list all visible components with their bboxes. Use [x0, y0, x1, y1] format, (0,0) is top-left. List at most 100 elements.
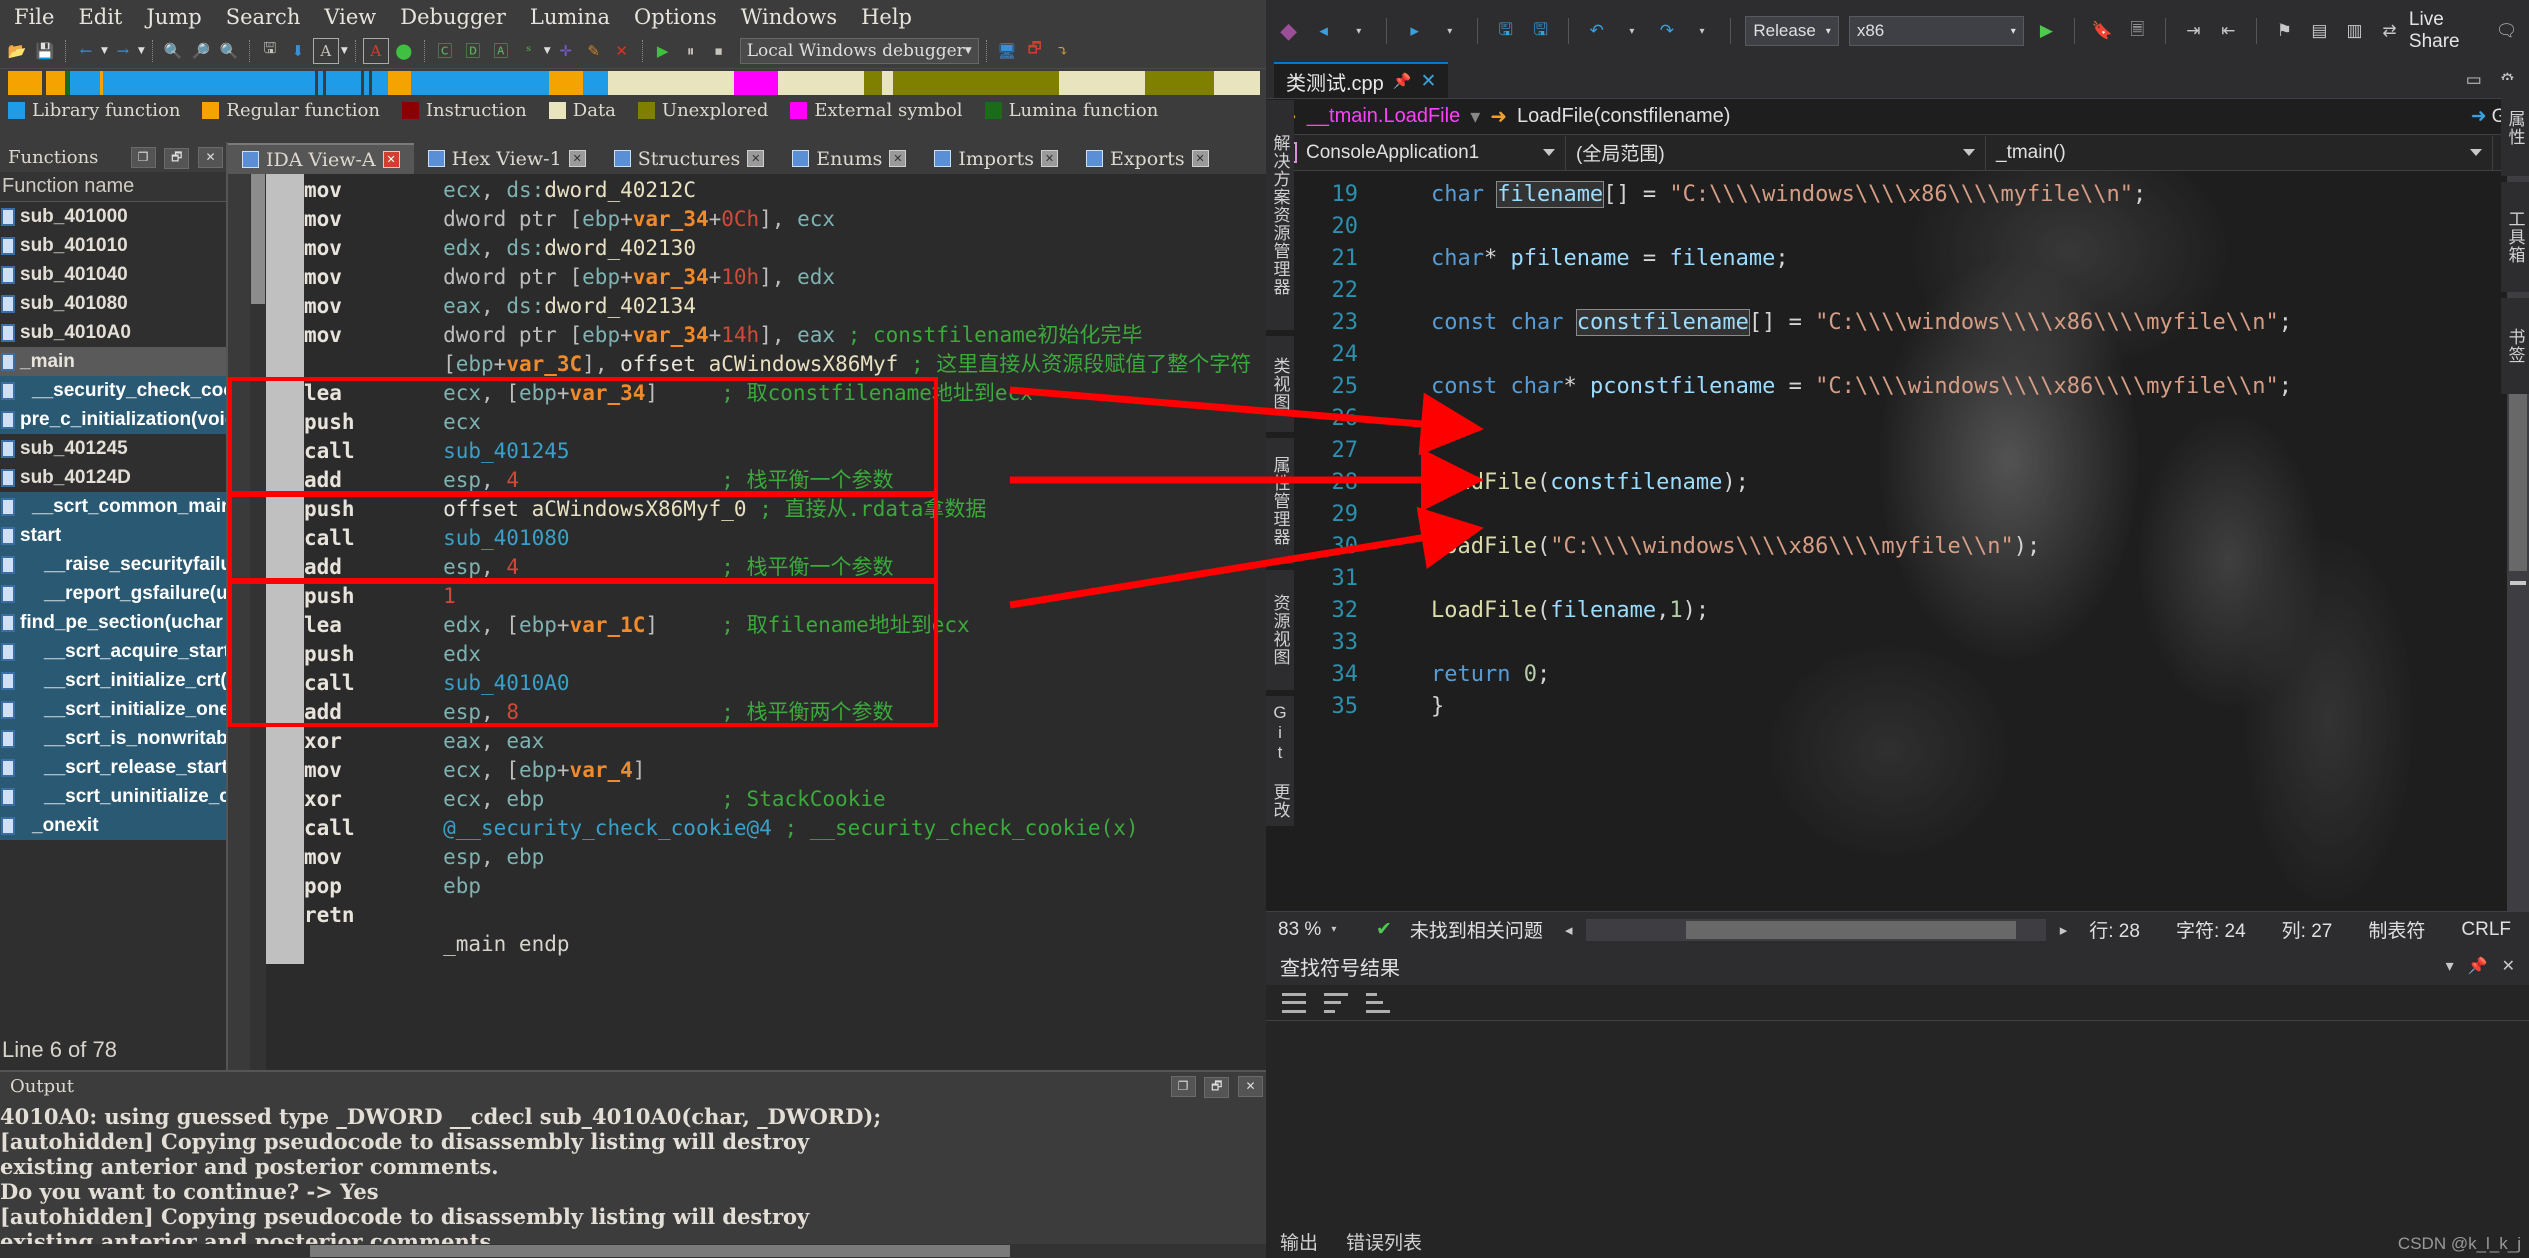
search-binary-icon[interactable]: 🔍	[160, 38, 186, 64]
disassembly-line[interactable]: push offset aCWindowsX86Myf_0 ; 直接从.rdat…	[304, 495, 1266, 524]
layout-icon[interactable]: ▤	[2307, 16, 2332, 46]
navigate-forward-icon[interactable]: ▸	[1402, 16, 1427, 46]
run-icon[interactable]: ▶	[650, 38, 676, 64]
function-list-item[interactable]: __scrt_acquire_startup_lock(void)	[0, 637, 226, 666]
function-list-item[interactable]: sub_401040	[0, 260, 226, 289]
flag-icon[interactable]: ⚑	[2272, 16, 2297, 46]
close-icon[interactable]: ✕	[198, 146, 223, 168]
maximize-icon[interactable]: 🗗	[164, 148, 190, 169]
editor-horizontal-scrollbar[interactable]	[1586, 918, 2046, 941]
font-dropdown-icon[interactable]: ▼	[341, 46, 348, 56]
editor-line[interactable]: LoadFile(constfilename);	[1378, 467, 2479, 499]
side-tab-bookmarks[interactable]: 书签	[2501, 298, 2529, 394]
chevron-down-icon[interactable]	[1963, 149, 1975, 156]
pause-icon[interactable]: ⏸	[678, 38, 704, 64]
pin-icon[interactable]: 📌	[1393, 72, 1412, 90]
function-list-item[interactable]: pre_c_initialization(void)	[0, 405, 226, 434]
indent-icon[interactable]: ⇥	[2181, 16, 2206, 46]
close-icon[interactable]: ✕	[2502, 956, 2515, 976]
disassembly-line[interactable]: call sub_4010A0	[304, 669, 1266, 698]
debug-options-icon[interactable]: 🖥	[994, 38, 1020, 64]
editor-status-bar[interactable]: 83 % ▾ ✔ 未找到相关问题 ◂ ▸ 行: 28 字符: 24 列: 27 …	[1266, 911, 2529, 947]
side-tab-resource-view[interactable]: 资源视图	[1266, 570, 1294, 690]
editor-line[interactable]: char* pfilename = filename;	[1378, 243, 2479, 275]
function-list-item[interactable]: __scrt_is_nonwritable_in_curre	[0, 724, 226, 753]
disassembly-line[interactable]: mov edx, ds:dword_402130	[304, 234, 1266, 263]
editor-line[interactable]: }	[1378, 691, 2479, 723]
search-immediate-icon[interactable]: 🔍	[216, 38, 242, 64]
chevron-down-icon[interactable]: ▼	[965, 46, 972, 56]
disassembly-line[interactable]: mov dword ptr [ebp+var_34+14h], eax ; co…	[304, 321, 1266, 350]
disassembly-line[interactable]: xor eax, eax	[304, 727, 1266, 756]
disassembly-line[interactable]: mov eax, ds:dword_402134	[304, 292, 1266, 321]
lumina-icon[interactable]: ⬤	[391, 38, 417, 64]
jump-down-icon[interactable]: ⬇	[285, 38, 311, 64]
close-icon[interactable]: ✕	[747, 150, 765, 167]
find-panel-toolbar[interactable]	[1266, 985, 2529, 1021]
sort-icon[interactable]	[1324, 992, 1348, 1013]
comment-icon[interactable]: 🗏	[2125, 16, 2150, 46]
editor-line[interactable]	[1378, 435, 2479, 467]
disassembly-tab-imports[interactable]: Imports ✕	[920, 143, 1072, 174]
undo-icon[interactable]: ↶	[1584, 16, 1609, 46]
disassembly-tab-exports[interactable]: Exports ✕	[1072, 143, 1223, 174]
menu-item-edit[interactable]: Edit	[66, 5, 134, 29]
project-select[interactable]: ✥ ConsoleApplication1	[1266, 135, 1566, 170]
editor-line[interactable]	[1378, 627, 2479, 659]
delete-icon[interactable]: ✕	[609, 38, 635, 64]
menu-item-options[interactable]: Options	[622, 5, 729, 29]
make-data-icon[interactable]: 🄳	[460, 38, 486, 64]
stop-icon[interactable]: ⏹	[706, 38, 732, 64]
side-tab-git-changes[interactable]: Git 更改	[1266, 696, 1294, 826]
vs-context-bar[interactable]: ✥ ConsoleApplication1 (全局范围) _tmain() ⇵	[1266, 135, 2529, 171]
footer-tab-error-list[interactable]: 错误列表	[1346, 1228, 1422, 1255]
start-debug-icon[interactable]: ▶	[2034, 16, 2059, 46]
side-tab-property-manager[interactable]: 属性管理器	[1266, 438, 1294, 564]
restore-icon[interactable]: ❐	[130, 146, 156, 168]
close-icon[interactable]: ✕	[1238, 1075, 1263, 1097]
disassembly-line[interactable]: mov esp, ebp	[304, 843, 1266, 872]
undo-dropdown-icon[interactable]: ▾	[1619, 16, 1644, 46]
menu-item-jump[interactable]: Jump	[134, 5, 213, 29]
restore-icon[interactable]: ❐	[1170, 1075, 1196, 1097]
side-tab-properties[interactable]: 属性	[2501, 80, 2529, 176]
string-dropdown-icon[interactable]: ▼	[544, 46, 551, 56]
menu-item-help[interactable]: Help	[849, 5, 924, 29]
open-icon[interactable]: 📂	[4, 38, 30, 64]
disassembly-line[interactable]: _main endp	[304, 930, 1266, 959]
ida-menubar[interactable]: File Edit Jump Search View Debugger Lumi…	[0, 0, 1266, 33]
disassembly-line[interactable]: push 1	[304, 582, 1266, 611]
back-dropdown-icon[interactable]: ▾	[1346, 16, 1371, 46]
menu-item-debugger[interactable]: Debugger	[388, 5, 518, 29]
save-icon[interactable]: 💾	[32, 38, 58, 64]
scrollbar-thumb[interactable]	[1686, 920, 2017, 939]
maximize-icon[interactable]: 🗗	[1204, 1077, 1230, 1098]
disassembly-line[interactable]: push ecx	[304, 408, 1266, 437]
scrollbar-thumb[interactable]	[251, 174, 265, 304]
disassembly-line[interactable]: [ebp+var_3C], offset aCWindowsX86Myf ; 这…	[304, 350, 1266, 379]
layout2-icon[interactable]: ▥	[2342, 16, 2367, 46]
function-list-item[interactable]: __security_check_cookie(x)	[0, 376, 226, 405]
footer-tab-output[interactable]: 输出	[1280, 1228, 1318, 1255]
editor-line[interactable]	[1378, 275, 2479, 307]
make-string-icon[interactable]: ˢ	[516, 38, 542, 64]
function-list-item[interactable]: sub_40124D	[0, 463, 226, 492]
function-list-item[interactable]: sub_4010A0	[0, 318, 226, 347]
disassembly-view[interactable]: mov ecx, ds:dword_40212C mov dword ptr [e…	[228, 174, 1266, 1070]
disassembly-line[interactable]: add esp, 8 ; 栈平衡两个参数	[304, 698, 1266, 727]
disassembly-line[interactable]: add esp, 4 ; 栈平衡一个参数	[304, 553, 1266, 582]
function-list-item[interactable]: __report_gsfailure(uint)	[0, 579, 226, 608]
chevron-down-icon[interactable]: ▾	[1470, 104, 1480, 129]
editor-line[interactable]: char filename[] = "C:\\\\windows\\\\x86\…	[1378, 179, 2479, 211]
disassembly-line[interactable]: mov dword ptr [ebp+var_34+10h], edx	[304, 263, 1266, 292]
side-tab-solution-explorer[interactable]: 解决方案资源管理器	[1266, 100, 1294, 330]
function-list-item[interactable]: _main	[0, 347, 226, 376]
alert-icon[interactable]: A	[362, 37, 389, 64]
editor-line[interactable]	[1378, 339, 2479, 371]
redo-dropdown-icon[interactable]: ▾	[1689, 16, 1714, 46]
functions-column-header[interactable]: Function name	[0, 172, 226, 202]
function-list-item[interactable]: __scrt_initialize_onexit_tables	[0, 695, 226, 724]
build-platform-select[interactable]: x86 ▾	[1848, 16, 2024, 46]
chevron-down-icon[interactable]: ▾	[2446, 956, 2454, 976]
vs-document-tabstrip[interactable]: 类测试.cpp 📌 ✕ ▭ ⚙	[1266, 62, 2529, 99]
